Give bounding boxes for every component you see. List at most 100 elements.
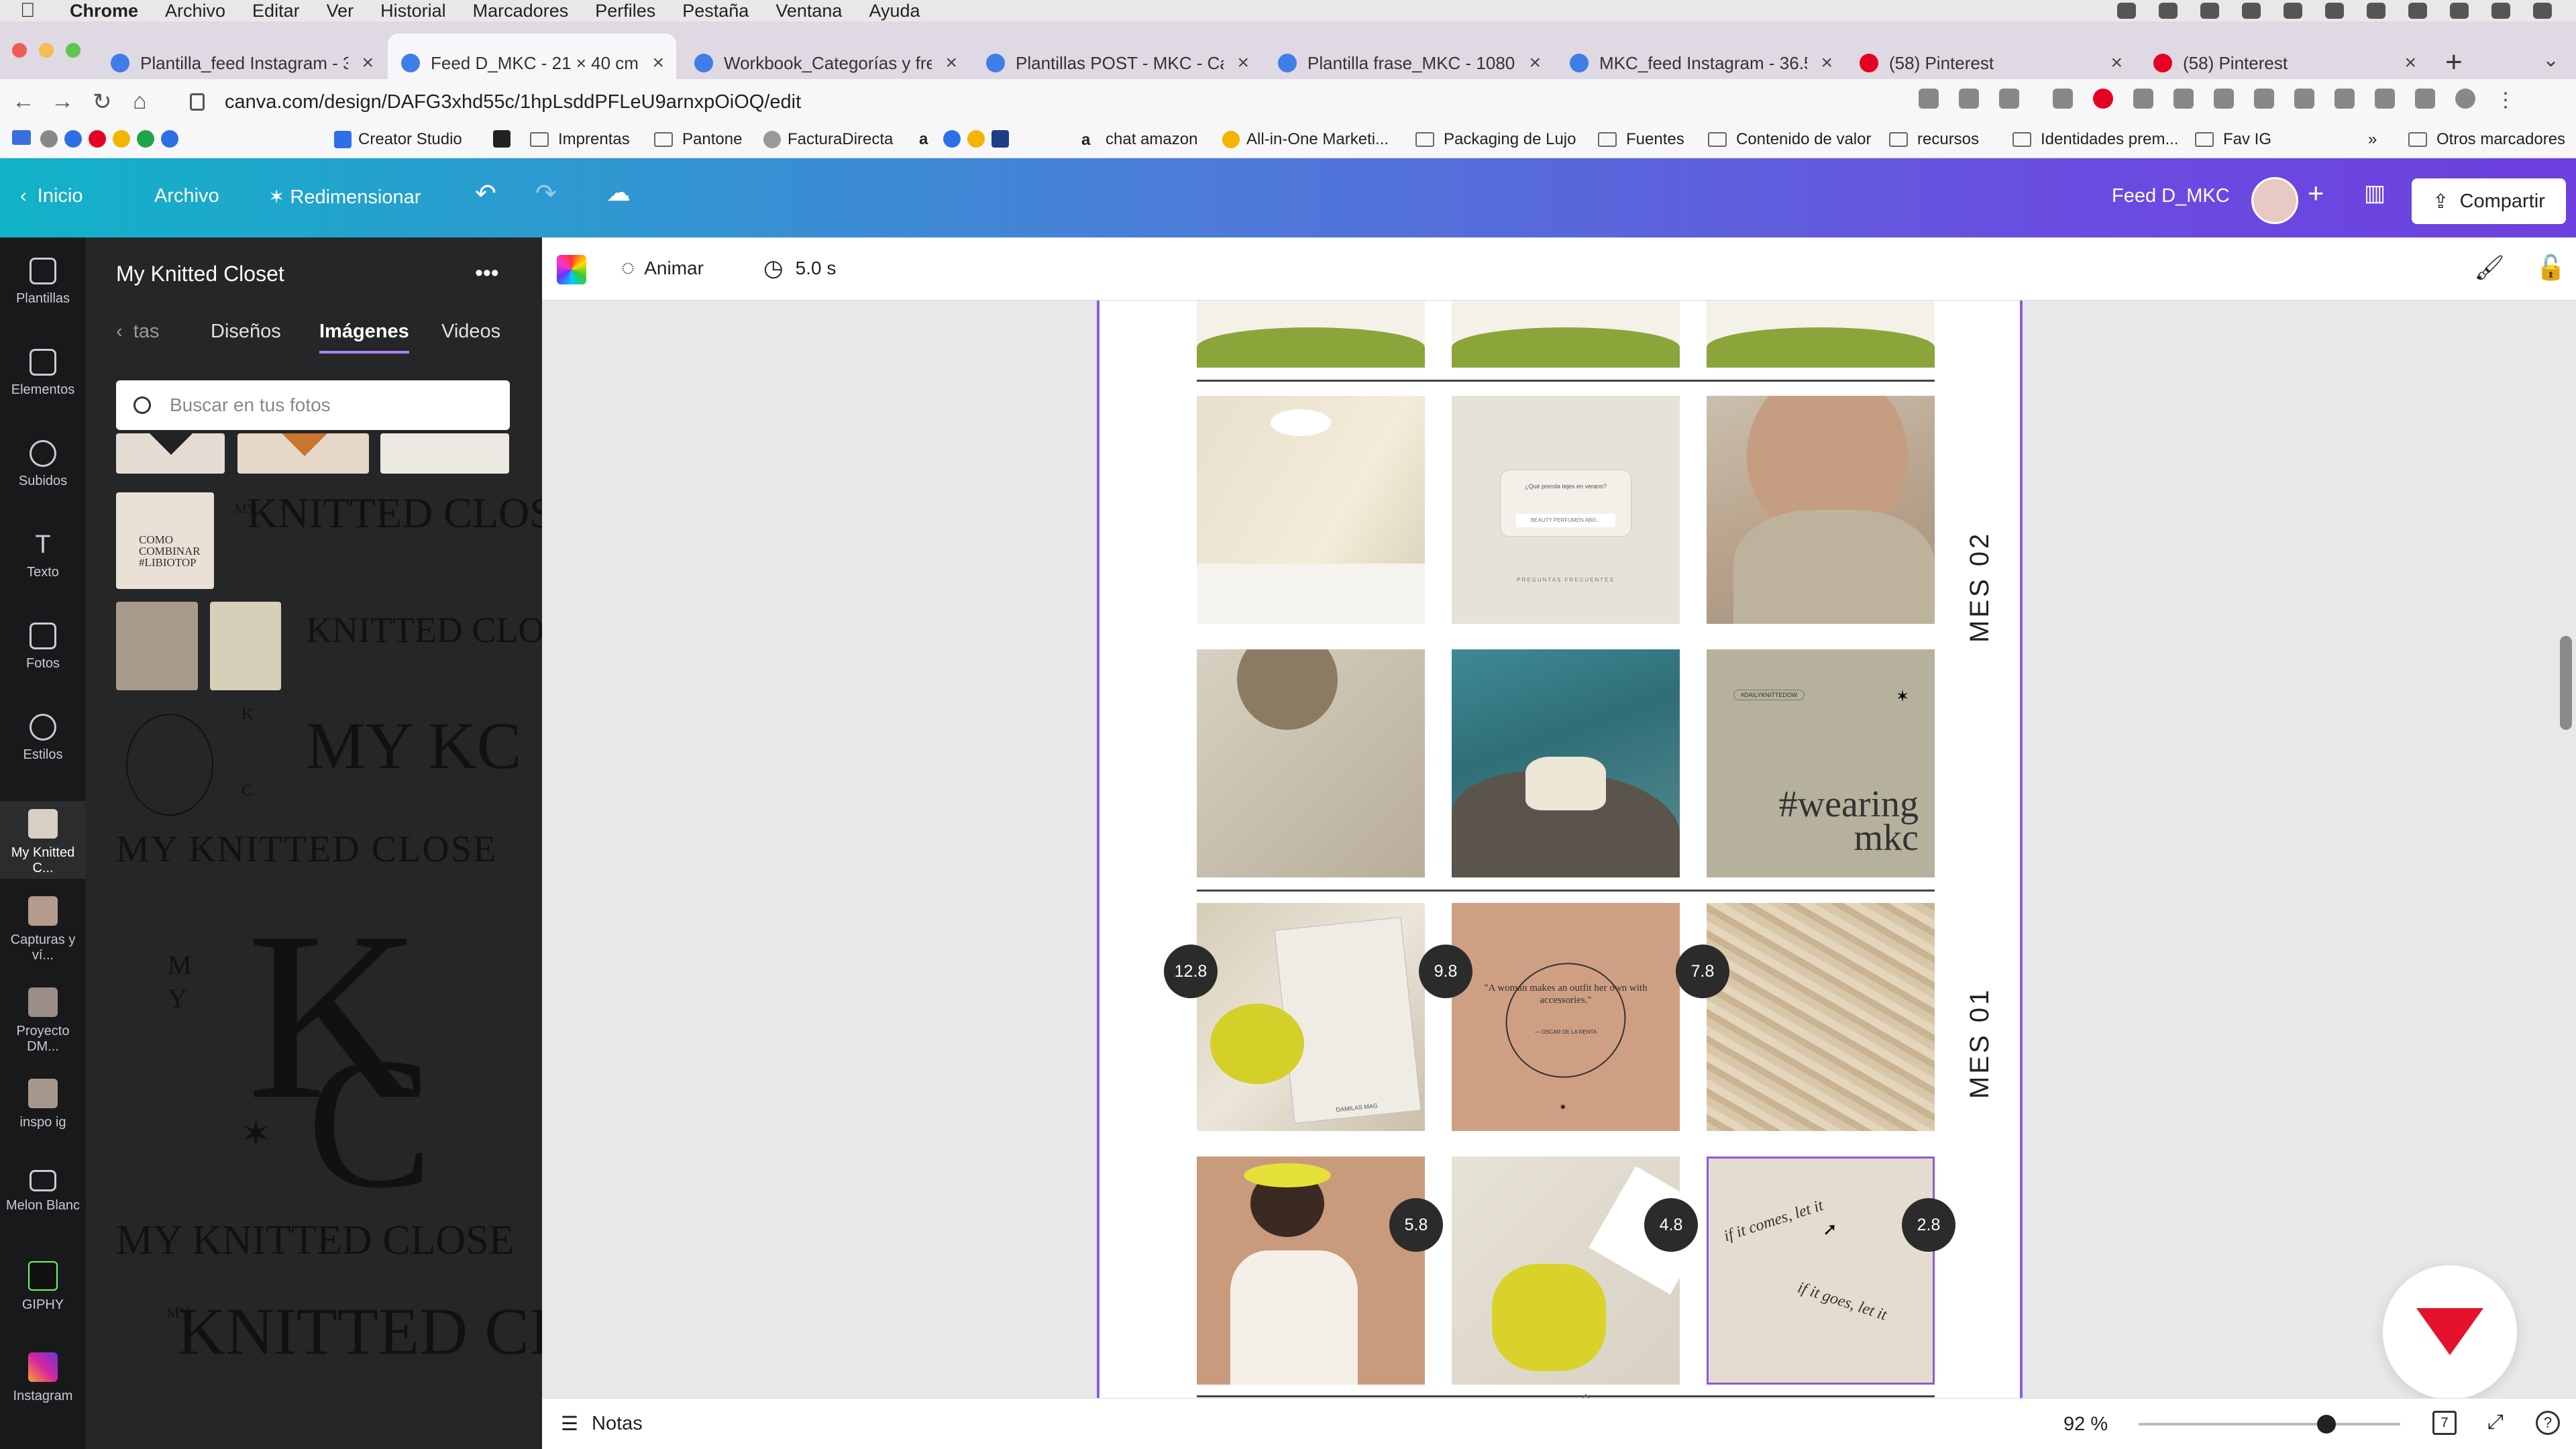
tab-videos[interactable]: Videos (441, 321, 500, 343)
rail-texto[interactable]: T Texto (0, 531, 86, 580)
design-page[interactable]: ¿Qué prenda tejes en verano? BEAUTY PERF… (1097, 301, 2023, 1398)
new-tab-icon[interactable]: + (2445, 46, 2463, 79)
undo-icon[interactable]: ↶ (475, 178, 496, 209)
animate-button[interactable]: ◌ Animar (621, 255, 704, 281)
bookmark-apps[interactable] (12, 130, 40, 145)
back-arrow-icon[interactable]: ← (12, 89, 35, 115)
reload-icon[interactable]: ↻ (93, 89, 112, 115)
feed-post-back[interactable] (1197, 1157, 1425, 1385)
menu-archivo[interactable]: Archivo (165, 1, 225, 21)
apple-icon[interactable]:  (20, 0, 47, 22)
bookmark-favicon-icon[interactable] (137, 130, 154, 148)
cloud-saved-icon[interactable]: ☁ (606, 178, 631, 207)
bookmark-pantone[interactable]: Pantone (654, 130, 742, 149)
help-icon[interactable]: ? (2536, 1411, 2560, 1435)
feed-post-wearing[interactable]: #DAILYKNITTEDOW ✶ #wearing mkc (1707, 649, 1935, 877)
close-tab-icon[interactable]: × (2404, 52, 2416, 74)
fullscreen-icon[interactable]: ⤢ (2487, 1411, 2504, 1434)
status-icon[interactable] (2117, 3, 2136, 19)
image-thumbnail[interactable] (237, 433, 369, 474)
status-icon[interactable] (2242, 3, 2261, 19)
clock-icon[interactable] (2408, 3, 2427, 19)
status-icon[interactable] (2159, 3, 2178, 19)
share-page-icon[interactable] (1919, 89, 1939, 109)
close-tab-icon[interactable]: × (362, 52, 374, 74)
rail-plantillas[interactable]: Plantillas (0, 258, 86, 307)
extension-icon[interactable] (2053, 89, 2073, 109)
menu-ventana[interactable]: Ventana (775, 1, 842, 21)
address-bar[interactable]: canva.com/design/DAFG3xhd55c/1hpLsddPFLe… (190, 87, 2015, 117)
rail-subidos[interactable]: Subidos (0, 440, 86, 489)
redo-icon[interactable]: ↷ (535, 178, 557, 209)
vertical-scrollbar[interactable] (2560, 636, 2572, 730)
design-title[interactable]: Feed D_MKC (2112, 185, 2230, 207)
image-thumbnail[interactable]: COMO COMBINAR #LIBIOTOP (116, 492, 214, 589)
add-collaborator-icon[interactable]: + (2308, 177, 2324, 209)
feed-post-portrait[interactable] (1707, 396, 1935, 624)
feed-post[interactable] (1197, 301, 1425, 368)
close-tab-icon[interactable]: × (1529, 52, 1541, 74)
avatar[interactable] (2251, 177, 2298, 224)
profile-avatar-icon[interactable] (2455, 89, 2475, 109)
bookmark-favicon-icon[interactable] (991, 130, 1009, 148)
duration-button[interactable]: ◷ 5.0 s (763, 255, 836, 282)
bookmark-creator-studio[interactable]: Creator Studio (334, 130, 462, 149)
timing-badge[interactable]: 12.8 (1164, 945, 1218, 998)
tab-imagenes[interactable]: Imágenes (319, 321, 409, 354)
close-tab-icon[interactable]: × (1821, 52, 1833, 74)
feed-post-knit-top[interactable] (1197, 396, 1425, 624)
menu-editar[interactable]: Editar (252, 1, 300, 21)
extension-icon[interactable] (2133, 89, 2153, 109)
rail-elementos[interactable]: Elementos (0, 349, 86, 398)
rail-inspo-ig[interactable]: inspo ig (0, 1079, 86, 1130)
zoom-slider-knob[interactable] (2317, 1415, 2337, 1434)
close-tab-icon[interactable]: × (1237, 52, 1249, 74)
bookmark-favicon-icon[interactable] (64, 130, 82, 148)
feed-post-selected[interactable]: if it comes, let it if it goes, let it ➚ (1707, 1157, 1935, 1385)
bookmark-imprentas[interactable]: Imprentas (530, 130, 630, 149)
bookmark-favicon-icon[interactable] (161, 130, 178, 148)
wordmark-wide[interactable]: MY KNITTED CLOSE (116, 828, 497, 871)
feed-post[interactable] (1707, 301, 1935, 368)
install-icon[interactable] (1959, 89, 1979, 109)
tab-back[interactable]: ‹ tas (116, 321, 159, 343)
feed-post-magazine[interactable]: DAMILAS MAG (1197, 903, 1425, 1131)
paint-format-icon[interactable]: 🖌 (2474, 254, 2505, 282)
bookmark-favicon-icon[interactable] (967, 130, 985, 148)
feed-post-yarn[interactable] (1197, 649, 1425, 877)
kebab-menu-icon[interactable]: ⋮ (2496, 89, 2516, 111)
pinterest-icon[interactable] (89, 130, 106, 148)
menu-ayuda[interactable]: Ayuda (869, 1, 920, 21)
timing-badge[interactable]: 5.8 (1389, 1198, 1443, 1252)
rail-my-knitted-closet[interactable]: My Knitted C... (0, 801, 86, 879)
status-icon[interactable] (2284, 3, 2302, 19)
bookmark-favicon-icon[interactable] (943, 130, 961, 148)
menu-app[interactable]: Chrome (70, 1, 138, 21)
file-menu-button[interactable]: Archivo (154, 185, 219, 207)
more-options-icon[interactable]: ••• (475, 260, 499, 286)
bookmark-otros[interactable]: Otros marcadores (2408, 130, 2565, 149)
extension-icon[interactable] (2294, 89, 2314, 109)
home-icon[interactable]: ⌂ (133, 89, 147, 115)
drive-icon[interactable] (113, 130, 130, 148)
zoom-readout[interactable]: 92 % (2063, 1413, 2108, 1436)
feed-post-quote[interactable]: "A woman makes an outfit her own with ac… (1452, 903, 1680, 1131)
sidebar-icon[interactable] (2415, 89, 2435, 109)
menu-historial[interactable]: Historial (380, 1, 446, 21)
notes-button[interactable]: ☰ Notas (561, 1412, 643, 1436)
tab-disenos[interactable]: Diseños (211, 321, 281, 343)
share-button[interactable]: ⇪ Compartir (2412, 178, 2566, 224)
feed-post-knitting[interactable] (1452, 1157, 1680, 1385)
zoom-slider[interactable] (2139, 1415, 2400, 1434)
close-window-button[interactable] (12, 43, 27, 58)
page-count-button[interactable]: 7 (2432, 1411, 2457, 1435)
close-tab-icon[interactable]: × (945, 52, 957, 74)
timing-badge[interactable]: 9.8 (1419, 945, 1472, 998)
rail-giphy[interactable]: GIPHY (0, 1261, 86, 1313)
feed-post-question[interactable]: ¿Qué prenda tejes en verano? BEAUTY PERF… (1452, 396, 1680, 624)
control-center-icon[interactable] (2533, 3, 2552, 19)
bookmark-notion[interactable] (493, 130, 517, 148)
status-icon[interactable] (2325, 3, 2344, 19)
bookmark-favicon-icon[interactable] (40, 130, 58, 148)
extension-icon[interactable] (2334, 89, 2355, 109)
